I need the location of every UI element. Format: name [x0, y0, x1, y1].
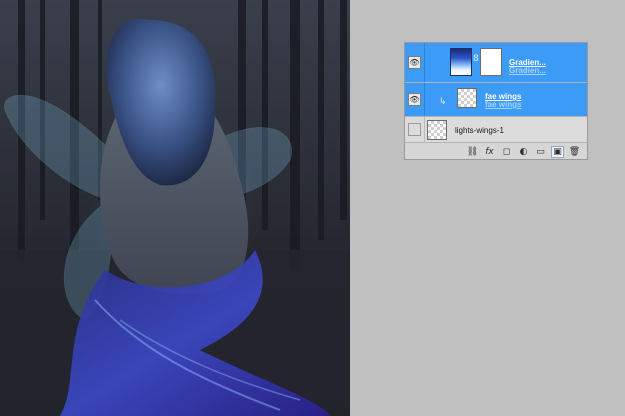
layer-name-lights-wings[interactable]: lights-wings-1 — [455, 126, 504, 135]
new-group-icon[interactable]: ▭ — [534, 146, 547, 158]
visibility-toggle[interactable]: 👁 — [405, 83, 425, 116]
gradient-fill-thumbnail[interactable] — [450, 48, 472, 76]
eye-hidden-box — [408, 123, 421, 136]
new-layer-icon[interactable]: ▣ — [551, 145, 564, 158]
layer-row-lights-wings[interactable]: lights-wings-1 — [405, 117, 587, 143]
visibility-toggle[interactable]: 👁 — [405, 43, 425, 82]
layer-row-fae-wings[interactable]: 👁 ↳ fae wings fae wings — [405, 83, 587, 117]
fx-icon[interactable]: fx — [483, 146, 496, 158]
layer-mask-thumbnail[interactable] — [480, 48, 502, 76]
layer-name-gradient-ghost: Gradien... — [509, 66, 546, 75]
fairy-artwork — [0, 0, 350, 416]
trash-icon[interactable]: 🗑 — [568, 146, 581, 158]
eye-icon: 👁 — [408, 56, 421, 69]
adjustment-layer-icon[interactable]: ◐ — [517, 146, 530, 158]
add-mask-icon[interactable]: ◻ — [500, 146, 513, 158]
fae-wings-thumbnail[interactable] — [457, 88, 477, 108]
layers-footer-toolbar: ⛓ fx ◻ ◐ ▭ ▣ 🗑 — [405, 144, 587, 159]
layer-name-fae-wings-ghost: fae wings — [485, 100, 522, 109]
link-layers-icon[interactable]: ⛓ — [466, 146, 479, 158]
eye-icon: 👁 — [408, 93, 421, 106]
lights-wings-thumbnail[interactable] — [427, 120, 447, 140]
layer-row-gradient[interactable]: 👁 8 Gradien... Gradien... — [405, 43, 587, 83]
layers-panel: 👁 8 Gradien... Gradien... 👁 ↳ fae wings … — [404, 42, 588, 160]
visibility-toggle[interactable] — [405, 117, 425, 142]
clipping-arrow-icon: ↳ — [439, 97, 447, 107]
mask-link-icon[interactable]: 8 — [473, 55, 479, 64]
document-canvas[interactable] — [0, 0, 350, 416]
